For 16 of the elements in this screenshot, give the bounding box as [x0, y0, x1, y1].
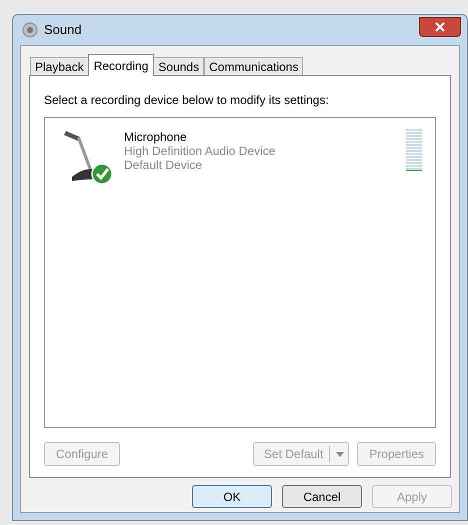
caret-icon — [336, 452, 344, 456]
tab[interactable]: Sounds — [153, 57, 204, 76]
tab[interactable]: Communications — [204, 57, 304, 76]
dialog-button[interactable]: Cancel — [282, 485, 362, 508]
close-button[interactable] — [419, 17, 461, 37]
dialog-button[interactable]: OK — [192, 485, 272, 508]
device-name: Microphone — [124, 130, 188, 144]
speaker-icon — [22, 22, 38, 38]
device-item[interactable]: Microphone High Definition Audio Device Default Device — [51, 124, 429, 188]
tab[interactable]: Playback — [30, 57, 89, 76]
device-driver: High Definition Audio Device — [124, 144, 276, 158]
close-icon — [435, 22, 445, 32]
tab[interactable]: Recording — [88, 54, 154, 76]
window-title: Sound — [44, 21, 82, 40]
instruction-text: Select a recording device below to modify its settings: — [44, 92, 330, 109]
device-status: Default Device — [124, 158, 204, 172]
